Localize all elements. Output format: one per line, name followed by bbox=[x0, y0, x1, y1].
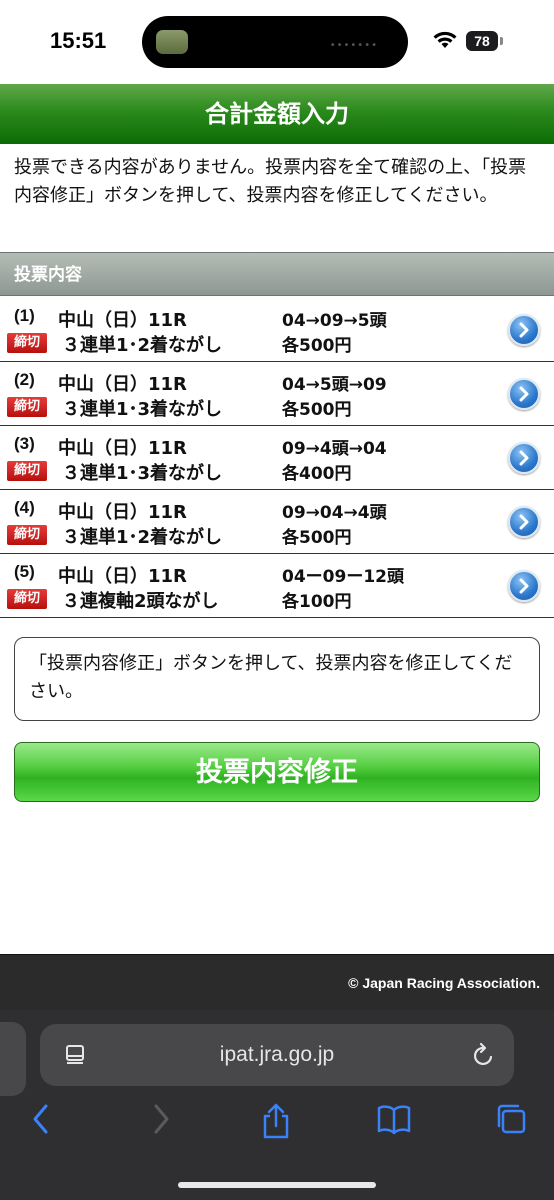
closed-badge: 締切 bbox=[7, 525, 47, 545]
bet-combination: 04ー09ー12頭 bbox=[282, 567, 404, 587]
chevron-right-icon[interactable] bbox=[508, 506, 540, 538]
race-venue: 中山（日）11R bbox=[58, 502, 187, 523]
bet-row[interactable]: (4) 締切 中山（日）11R ３連単1･2着ながし 09→04→4頭 各500… bbox=[0, 490, 554, 554]
battery-tip bbox=[500, 37, 503, 45]
bet-number: (1) bbox=[14, 306, 35, 325]
bet-row[interactable]: (1) 締切 中山（日）11R ３連単1･2着ながし 04→09→5頭 各500… bbox=[0, 298, 554, 362]
live-activity-icon bbox=[156, 30, 188, 54]
bet-number: (2) bbox=[14, 370, 35, 389]
reload-icon[interactable] bbox=[472, 1042, 496, 1068]
home-indicator bbox=[178, 1182, 376, 1188]
status-bar: 15:51 ••••••• 78 bbox=[0, 0, 554, 84]
instruction-message: 「投票内容修正」ボタンを押して、投票内容を修正してください。 bbox=[14, 637, 540, 721]
bet-row[interactable]: (5) 締切 中山（日）11R ３連複軸2頭ながし 04ー09ー12頭 各100… bbox=[0, 554, 554, 618]
bet-type: ３連単1･3着ながし bbox=[62, 463, 223, 484]
bet-type: ３連単1･2着ながし bbox=[62, 527, 223, 548]
bet-type: ３連単1･2着ながし bbox=[62, 335, 223, 356]
waveform-icon: ••••••• bbox=[329, 40, 378, 51]
back-icon[interactable] bbox=[30, 1102, 52, 1136]
chevron-right-icon[interactable] bbox=[508, 378, 540, 410]
page-footer: © Japan Racing Association. bbox=[0, 954, 554, 1011]
closed-badge: 締切 bbox=[7, 397, 47, 417]
bet-combination: 04→09→5頭 bbox=[282, 311, 387, 331]
safari-toolbar: ipat.jra.go.jp bbox=[0, 1010, 554, 1200]
bet-type: ３連複軸2頭ながし bbox=[62, 591, 219, 612]
fix-bet-button[interactable]: 投票内容修正 bbox=[14, 742, 540, 802]
bet-combination: 09→04→4頭 bbox=[282, 503, 387, 523]
previous-tab-preview[interactable] bbox=[0, 1022, 26, 1096]
page-title: 合計金額入力 bbox=[0, 84, 554, 144]
forward-icon[interactable] bbox=[150, 1102, 172, 1136]
bet-number: (3) bbox=[14, 434, 35, 453]
bet-number: (4) bbox=[14, 498, 35, 517]
bet-amount: 各500円 bbox=[282, 528, 352, 548]
bet-row[interactable]: (3) 締切 中山（日）11R ３連単1･3着ながし 09→4頭→04 各400… bbox=[0, 426, 554, 490]
status-time: 15:51 bbox=[50, 28, 107, 53]
bookmarks-icon[interactable] bbox=[376, 1102, 412, 1136]
race-venue: 中山（日）11R bbox=[58, 310, 187, 331]
bet-combination: 04→5頭→09 bbox=[282, 375, 387, 395]
bet-type: ３連単1･3着ながし bbox=[62, 399, 223, 420]
chevron-right-icon[interactable] bbox=[508, 570, 540, 602]
race-venue: 中山（日）11R bbox=[58, 566, 187, 587]
bet-row[interactable]: (2) 締切 中山（日）11R ３連単1･3着ながし 04→5頭→09 各500… bbox=[0, 362, 554, 426]
closed-badge: 締切 bbox=[7, 589, 47, 609]
battery-icon: 78 bbox=[466, 31, 498, 51]
chevron-right-icon[interactable] bbox=[508, 442, 540, 474]
section-header: 投票内容 bbox=[0, 252, 554, 296]
bet-amount: 各500円 bbox=[282, 336, 352, 356]
closed-badge: 締切 bbox=[7, 333, 47, 353]
copyright-text: © Japan Racing Association. bbox=[348, 975, 540, 991]
bet-combination: 09→4頭→04 bbox=[282, 439, 387, 459]
bet-list: (1) 締切 中山（日）11R ３連単1･2着ながし 04→09→5頭 各500… bbox=[0, 298, 554, 618]
race-venue: 中山（日）11R bbox=[58, 374, 187, 395]
address-bar[interactable]: ipat.jra.go.jp bbox=[40, 1024, 514, 1086]
chevron-right-icon[interactable] bbox=[508, 314, 540, 346]
bet-number: (5) bbox=[14, 562, 35, 581]
dynamic-island: ••••••• bbox=[142, 16, 408, 68]
race-venue: 中山（日）11R bbox=[58, 438, 187, 459]
closed-badge: 締切 bbox=[7, 461, 47, 481]
bet-amount: 各400円 bbox=[282, 464, 352, 484]
bet-amount: 各100円 bbox=[282, 592, 352, 612]
tabs-icon[interactable] bbox=[494, 1102, 528, 1136]
share-icon[interactable] bbox=[260, 1102, 292, 1140]
error-notice: 投票できる内容がありません。投票内容を全て確認の上、「投票内容修正」ボタンを押し… bbox=[14, 157, 527, 206]
bet-amount: 各500円 bbox=[282, 400, 352, 420]
wifi-icon bbox=[433, 31, 457, 48]
url-text: ipat.jra.go.jp bbox=[219, 1043, 335, 1066]
